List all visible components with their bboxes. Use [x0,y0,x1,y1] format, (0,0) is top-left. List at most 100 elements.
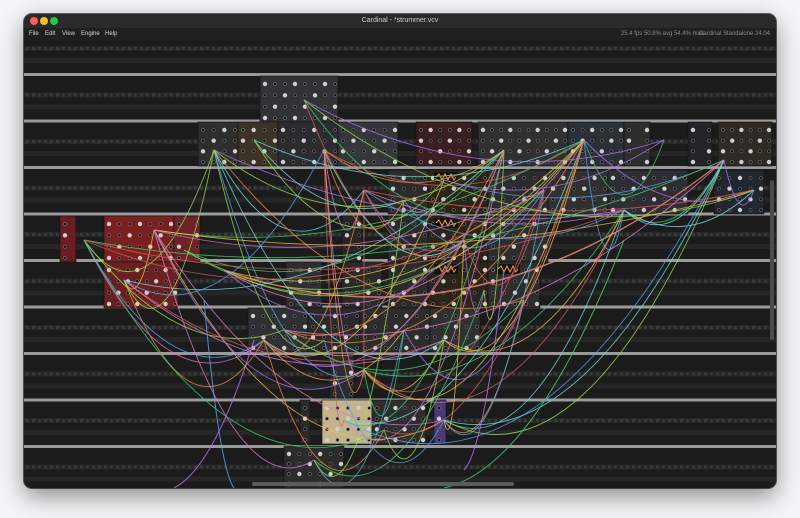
module-jack[interactable] [312,149,317,154]
module-knob[interactable] [404,345,409,351]
module-jack[interactable] [211,160,216,164]
module-knob[interactable] [291,149,296,154]
module-jack[interactable] [116,302,121,306]
module-jack[interactable] [273,82,277,86]
module-jack[interactable] [63,222,67,226]
module-jack[interactable] [273,149,277,154]
module-jack[interactable] [404,324,409,329]
module-jack[interactable] [590,138,595,143]
module-jack[interactable] [287,472,291,476]
module-jack[interactable] [301,149,306,154]
module-jack[interactable] [411,438,416,442]
module-jack[interactable] [322,335,326,340]
module-jack[interactable] [441,302,446,306]
module-knob[interactable] [356,405,361,411]
module-jack[interactable] [372,138,377,143]
module-knob[interactable] [482,255,488,261]
module-jack[interactable] [333,93,337,98]
module-jack[interactable] [394,346,398,350]
module-knob[interactable] [338,461,344,467]
module-knob[interactable] [280,127,286,133]
module-jack[interactable] [526,149,531,154]
module-jack[interactable] [195,244,199,249]
module-jack[interactable] [297,462,302,466]
module-jack[interactable] [544,128,549,132]
module-jack[interactable] [571,138,575,143]
module-jack[interactable] [394,314,398,318]
module-jack[interactable] [163,290,168,295]
module-jack[interactable] [511,233,516,238]
module-jack[interactable] [297,452,302,456]
module-jack[interactable] [511,256,516,260]
module-jack[interactable] [357,233,361,238]
module-jack[interactable] [499,128,504,132]
module-jack[interactable] [63,256,67,260]
module-jack[interactable] [491,290,495,295]
module-jack[interactable] [464,324,469,329]
module-jack[interactable] [335,438,340,442]
module-knob[interactable] [262,115,268,121]
module-jack[interactable] [349,381,353,386]
module-knob[interactable] [372,149,377,154]
module-jack[interactable] [372,160,377,164]
rack-module[interactable] [415,121,473,167]
module-knob[interactable] [766,159,772,165]
module-jack[interactable] [475,346,479,350]
module-jack[interactable] [481,149,485,154]
module-knob[interactable] [251,159,256,165]
module-knob[interactable] [618,127,624,133]
module-jack[interactable] [361,149,366,154]
module-knob[interactable] [345,416,351,421]
module-knob[interactable] [441,233,446,238]
module-knob[interactable] [344,279,350,284]
module-knob[interactable] [106,221,112,227]
module-knob[interactable] [610,175,616,181]
module-jack[interactable] [425,335,429,340]
module-knob[interactable] [651,197,657,202]
module-knob[interactable] [137,221,143,227]
module-jack[interactable] [201,138,205,143]
module-knob[interactable] [301,138,306,143]
module-knob[interactable] [282,313,287,319]
module-jack[interactable] [251,149,256,154]
module-jack[interactable] [262,160,267,164]
module-jack[interactable] [627,128,631,132]
module-jack[interactable] [307,452,312,456]
module-knob[interactable] [441,279,446,284]
module-jack[interactable] [401,302,406,306]
module-knob[interactable] [318,451,323,457]
module-jack[interactable] [271,335,276,340]
module-knob[interactable] [590,127,595,133]
module-jack[interactable] [126,268,130,272]
module-knob[interactable] [392,127,398,133]
module-knob[interactable] [480,127,486,133]
module-jack[interactable] [599,160,604,164]
module-jack[interactable] [757,160,762,164]
module-jack[interactable] [707,128,711,132]
module-jack[interactable] [402,406,407,410]
module-jack[interactable] [438,128,443,132]
module-jack[interactable] [721,138,725,143]
module-knob[interactable] [462,207,467,213]
module-jack[interactable] [325,416,329,421]
module-jack[interactable] [423,233,427,238]
module-jack[interactable] [535,149,540,154]
module-jack[interactable] [412,290,417,295]
module-jack[interactable] [367,416,371,421]
module-knob[interactable] [592,175,597,181]
module-jack[interactable] [592,197,597,202]
module-jack[interactable] [501,197,506,202]
module-knob[interactable] [222,127,227,133]
module-knob[interactable] [344,233,350,238]
module-knob[interactable] [447,138,452,143]
module-jack[interactable] [437,438,441,442]
module-jack[interactable] [293,93,297,98]
module-jack[interactable] [580,160,585,164]
module-jack[interactable] [447,160,452,164]
module-jack[interactable] [241,128,245,132]
module-jack[interactable] [341,138,345,143]
module-knob[interactable] [451,301,456,307]
module-jack[interactable] [672,186,677,191]
module-knob[interactable] [418,138,424,143]
module-jack[interactable] [333,116,337,120]
